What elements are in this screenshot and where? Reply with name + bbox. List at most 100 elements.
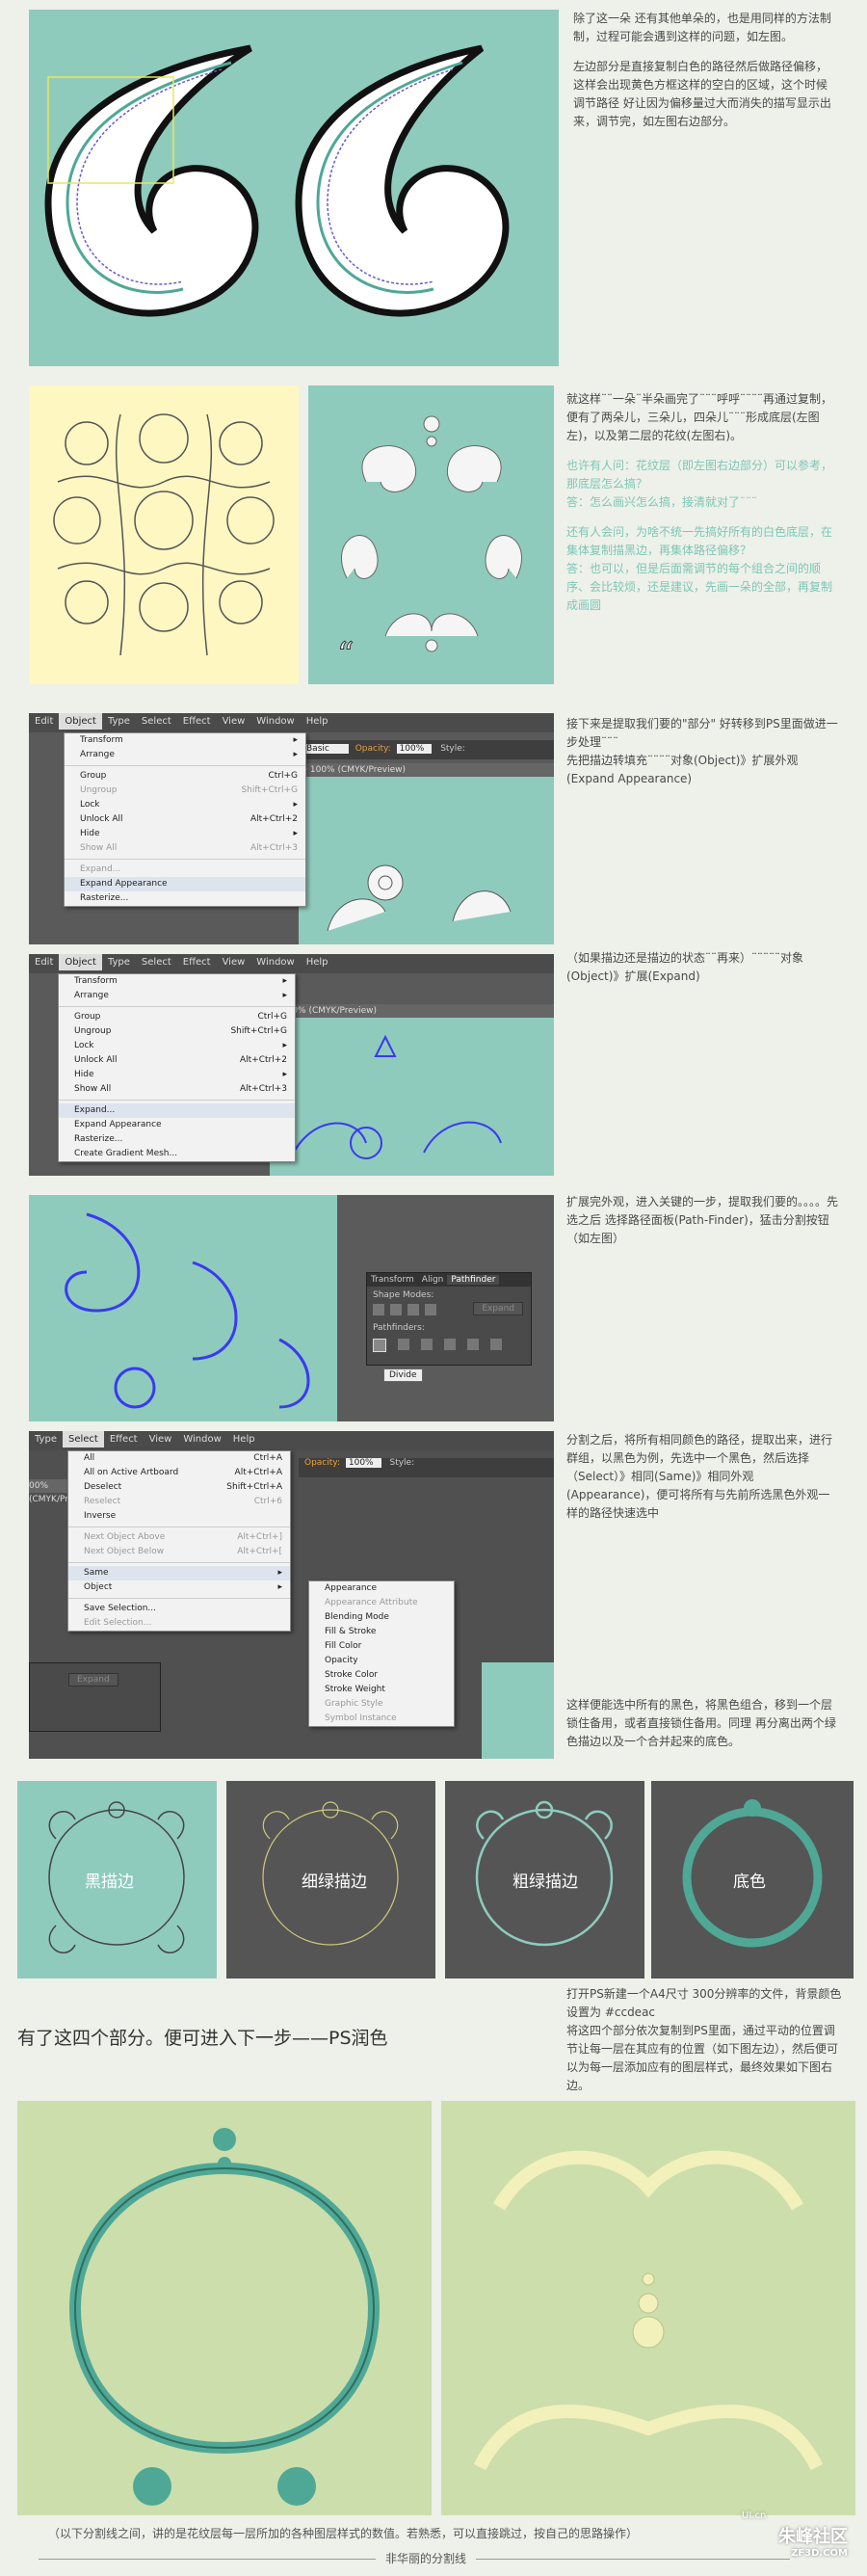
menu-object[interactable]: Object xyxy=(59,954,102,970)
menu-item-expand-appearance[interactable]: Expand Appearance xyxy=(59,1118,295,1132)
menu-item-hide[interactable]: Hide ▸ xyxy=(65,827,305,841)
menu-item-group[interactable]: Group Ctrl+G xyxy=(65,769,305,783)
opacity-field[interactable]: 100% xyxy=(345,1458,381,1468)
separator xyxy=(68,1598,290,1599)
menu-item-object[interactable]: Object ▸ xyxy=(68,1580,290,1595)
menu-item-lock[interactable]: Lock ▸ xyxy=(65,798,305,812)
menu-item-ungroup[interactable]: Ungroup Shift+Ctrl+G xyxy=(59,1024,295,1039)
menu-select[interactable]: Select xyxy=(136,713,177,730)
menu-window[interactable]: Window xyxy=(250,713,300,730)
menu-item-arrange[interactable]: Arrange ▸ xyxy=(59,989,295,1003)
menu-item-rasterize[interactable]: Rasterize... xyxy=(59,1132,295,1147)
menu-item-rasterize[interactable]: Rasterize... xyxy=(65,891,305,906)
expand-button[interactable]: Expand xyxy=(68,1673,118,1686)
menu-item-lock[interactable]: Lock ▸ xyxy=(59,1039,295,1053)
submenu-appearance-attribute[interactable]: Appearance Attribute xyxy=(309,1596,454,1610)
menu-type[interactable]: Type xyxy=(102,954,136,970)
menu-edit[interactable]: Edit xyxy=(29,713,59,730)
unite-icon[interactable] xyxy=(373,1304,384,1315)
menu-type[interactable]: Type xyxy=(102,713,136,730)
merge-icon[interactable] xyxy=(421,1339,433,1350)
label: Expand... xyxy=(74,1105,116,1115)
exclude-icon[interactable] xyxy=(425,1304,436,1315)
tab-align[interactable]: Align xyxy=(418,1275,448,1285)
menu-item-show-all[interactable]: Show All Alt+Ctrl+3 xyxy=(65,841,305,856)
menu-help[interactable]: Help xyxy=(301,713,334,730)
submenu-opacity[interactable]: Opacity xyxy=(309,1654,454,1668)
menu-item-transform[interactable]: Transform ▸ xyxy=(59,974,295,989)
submenu-appearance[interactable]: Appearance xyxy=(309,1581,454,1596)
section2-a2-text: 答：也可以，但是后面需调节的每个组合之间的顺序、会比较烦，还是建议，先画一朵的全… xyxy=(566,562,833,612)
menu-item-unlock-all[interactable]: Unlock All Alt+Ctrl+2 xyxy=(59,1053,295,1068)
crop-icon[interactable] xyxy=(444,1339,456,1350)
top-layer-pattern: “ xyxy=(337,415,522,675)
menu-item-show-all[interactable]: Show All Alt+Ctrl+3 xyxy=(59,1082,295,1097)
submenu-stroke-color[interactable]: Stroke Color xyxy=(309,1668,454,1683)
opacity-field[interactable]: 100% xyxy=(396,744,433,754)
intersect-icon[interactable] xyxy=(407,1304,419,1315)
submenu-fill-stroke[interactable]: Fill & Stroke xyxy=(309,1625,454,1639)
menu-item-inverse[interactable]: Inverse xyxy=(68,1509,290,1524)
tab-transform[interactable]: Transform xyxy=(367,1275,418,1285)
menu-window[interactable]: Window xyxy=(250,954,300,970)
document-tab[interactable]: @ 100% (CMYK/Preview) xyxy=(299,763,554,777)
pathfinder-panel: Transform Align Pathfinder Shape Modes: Ex… xyxy=(366,1272,532,1366)
menu-type[interactable]: Type xyxy=(29,1431,63,1447)
menu-help[interactable]: Help xyxy=(227,1431,261,1447)
menu-item-group[interactable]: Group Ctrl+G xyxy=(59,1010,295,1024)
pathfinders-label: Pathfinders: xyxy=(373,1323,425,1333)
label: Transform xyxy=(74,976,118,986)
menu-item-save-selection[interactable]: Save Selection... xyxy=(68,1602,290,1616)
submenu-symbol-instance[interactable]: Symbol Instance xyxy=(309,1712,454,1726)
menu-effect[interactable]: Effect xyxy=(177,713,217,730)
menu-view[interactable]: View xyxy=(217,954,251,970)
menu-object[interactable]: Object xyxy=(59,713,102,730)
menu-item-next-object-below[interactable]: Next Object Below Alt+Ctrl+[ xyxy=(68,1545,290,1559)
menu-window[interactable]: Window xyxy=(177,1431,226,1447)
menu-help[interactable]: Help xyxy=(301,954,334,970)
menu-item-edit-selection[interactable]: Edit Selection... xyxy=(68,1616,290,1631)
submenu-stroke-weight[interactable]: Stroke Weight xyxy=(309,1683,454,1697)
submenu-blending-mode[interactable]: Blending Mode xyxy=(309,1610,454,1625)
menu-item-deselect[interactable]: Deselect Shift+Ctrl+A xyxy=(68,1480,290,1495)
menu-item-unlock-all[interactable]: Unlock All Alt+Ctrl+2 xyxy=(65,812,305,827)
menu-item-reselect[interactable]: Reselect Ctrl+6 xyxy=(68,1495,290,1509)
submenu-fill-color[interactable]: Fill Color xyxy=(309,1639,454,1654)
menu-select[interactable]: Select xyxy=(62,1431,104,1447)
document-tab[interactable]: @ 100% (CMYK/Preview) xyxy=(270,1004,554,1018)
menu-select[interactable]: Select xyxy=(136,954,177,970)
divider-label: 非华丽的分割线 xyxy=(376,2550,477,2566)
menu-item-next-object-above[interactable]: Next Object Above Alt+Ctrl+] xyxy=(68,1530,290,1545)
expand-button[interactable]: Expand xyxy=(473,1302,523,1315)
minus-front-icon[interactable] xyxy=(390,1304,402,1315)
menu-view[interactable]: View xyxy=(144,1431,178,1447)
submenu-graphic-style[interactable]: Graphic Style xyxy=(309,1697,454,1712)
menu-item-expand[interactable]: Expand... xyxy=(65,863,305,877)
section1-text: 除了这一朵 还有其他单朵的，也是用同样的方法制制，过程可能会遇到这样的问题，如左… xyxy=(573,10,838,143)
menu-item-create-gradient-mesh[interactable]: Create Gradient Mesh... xyxy=(59,1147,295,1161)
menu-item-ungroup[interactable]: Ungroup Shift+Ctrl+G xyxy=(65,783,305,798)
section2-q2: 还有人会问，为啥不统一先搞好所有的白色底层，在集体复制描黑边，再集体路径偏移？ 答… xyxy=(566,523,841,615)
divide-icon[interactable] xyxy=(373,1339,386,1352)
menu-item-arrange[interactable]: Arrange ▸ xyxy=(65,748,305,762)
menu-edit[interactable]: Edit xyxy=(29,954,59,970)
outline-icon[interactable] xyxy=(467,1339,479,1350)
trim-icon[interactable] xyxy=(398,1339,409,1350)
menu-item-all-on-active-artboard[interactable]: All on Active Artboard Alt+Ctrl+A xyxy=(68,1466,290,1480)
menu-item-hide[interactable]: Hide ▸ xyxy=(59,1068,295,1082)
section2-para: 就这样¨¨一朵¨半朵画完了¨¨¨呼呼¨¨¨¨再通过复制，便有了两朵儿，三朵儿，四… xyxy=(566,392,833,442)
label: Next Object Below xyxy=(84,1547,165,1556)
object-menu-dropdown: Transform ▸ Arrange ▸ Group Ctrl+G Ungroup S… xyxy=(58,973,296,1162)
minus-back-icon[interactable] xyxy=(490,1339,502,1350)
menu-item-expand-appearance[interactable]: Expand Appearance xyxy=(65,877,305,891)
menu-item-expand[interactable]: Expand... xyxy=(59,1103,295,1118)
menu-item-same[interactable]: Same ▸ xyxy=(68,1566,290,1580)
menu-item-all[interactable]: All Ctrl+A xyxy=(68,1451,290,1466)
label: Expand Appearance xyxy=(80,879,168,889)
tab-pathfinder[interactable]: Pathfinder xyxy=(447,1275,500,1285)
menu-effect[interactable]: Effect xyxy=(177,954,217,970)
menu-item-transform[interactable]: Transform ▸ xyxy=(65,733,305,748)
menu-view[interactable]: View xyxy=(217,713,251,730)
menu-effect[interactable]: Effect xyxy=(104,1431,144,1447)
brush-select[interactable]: Basic xyxy=(302,744,349,754)
